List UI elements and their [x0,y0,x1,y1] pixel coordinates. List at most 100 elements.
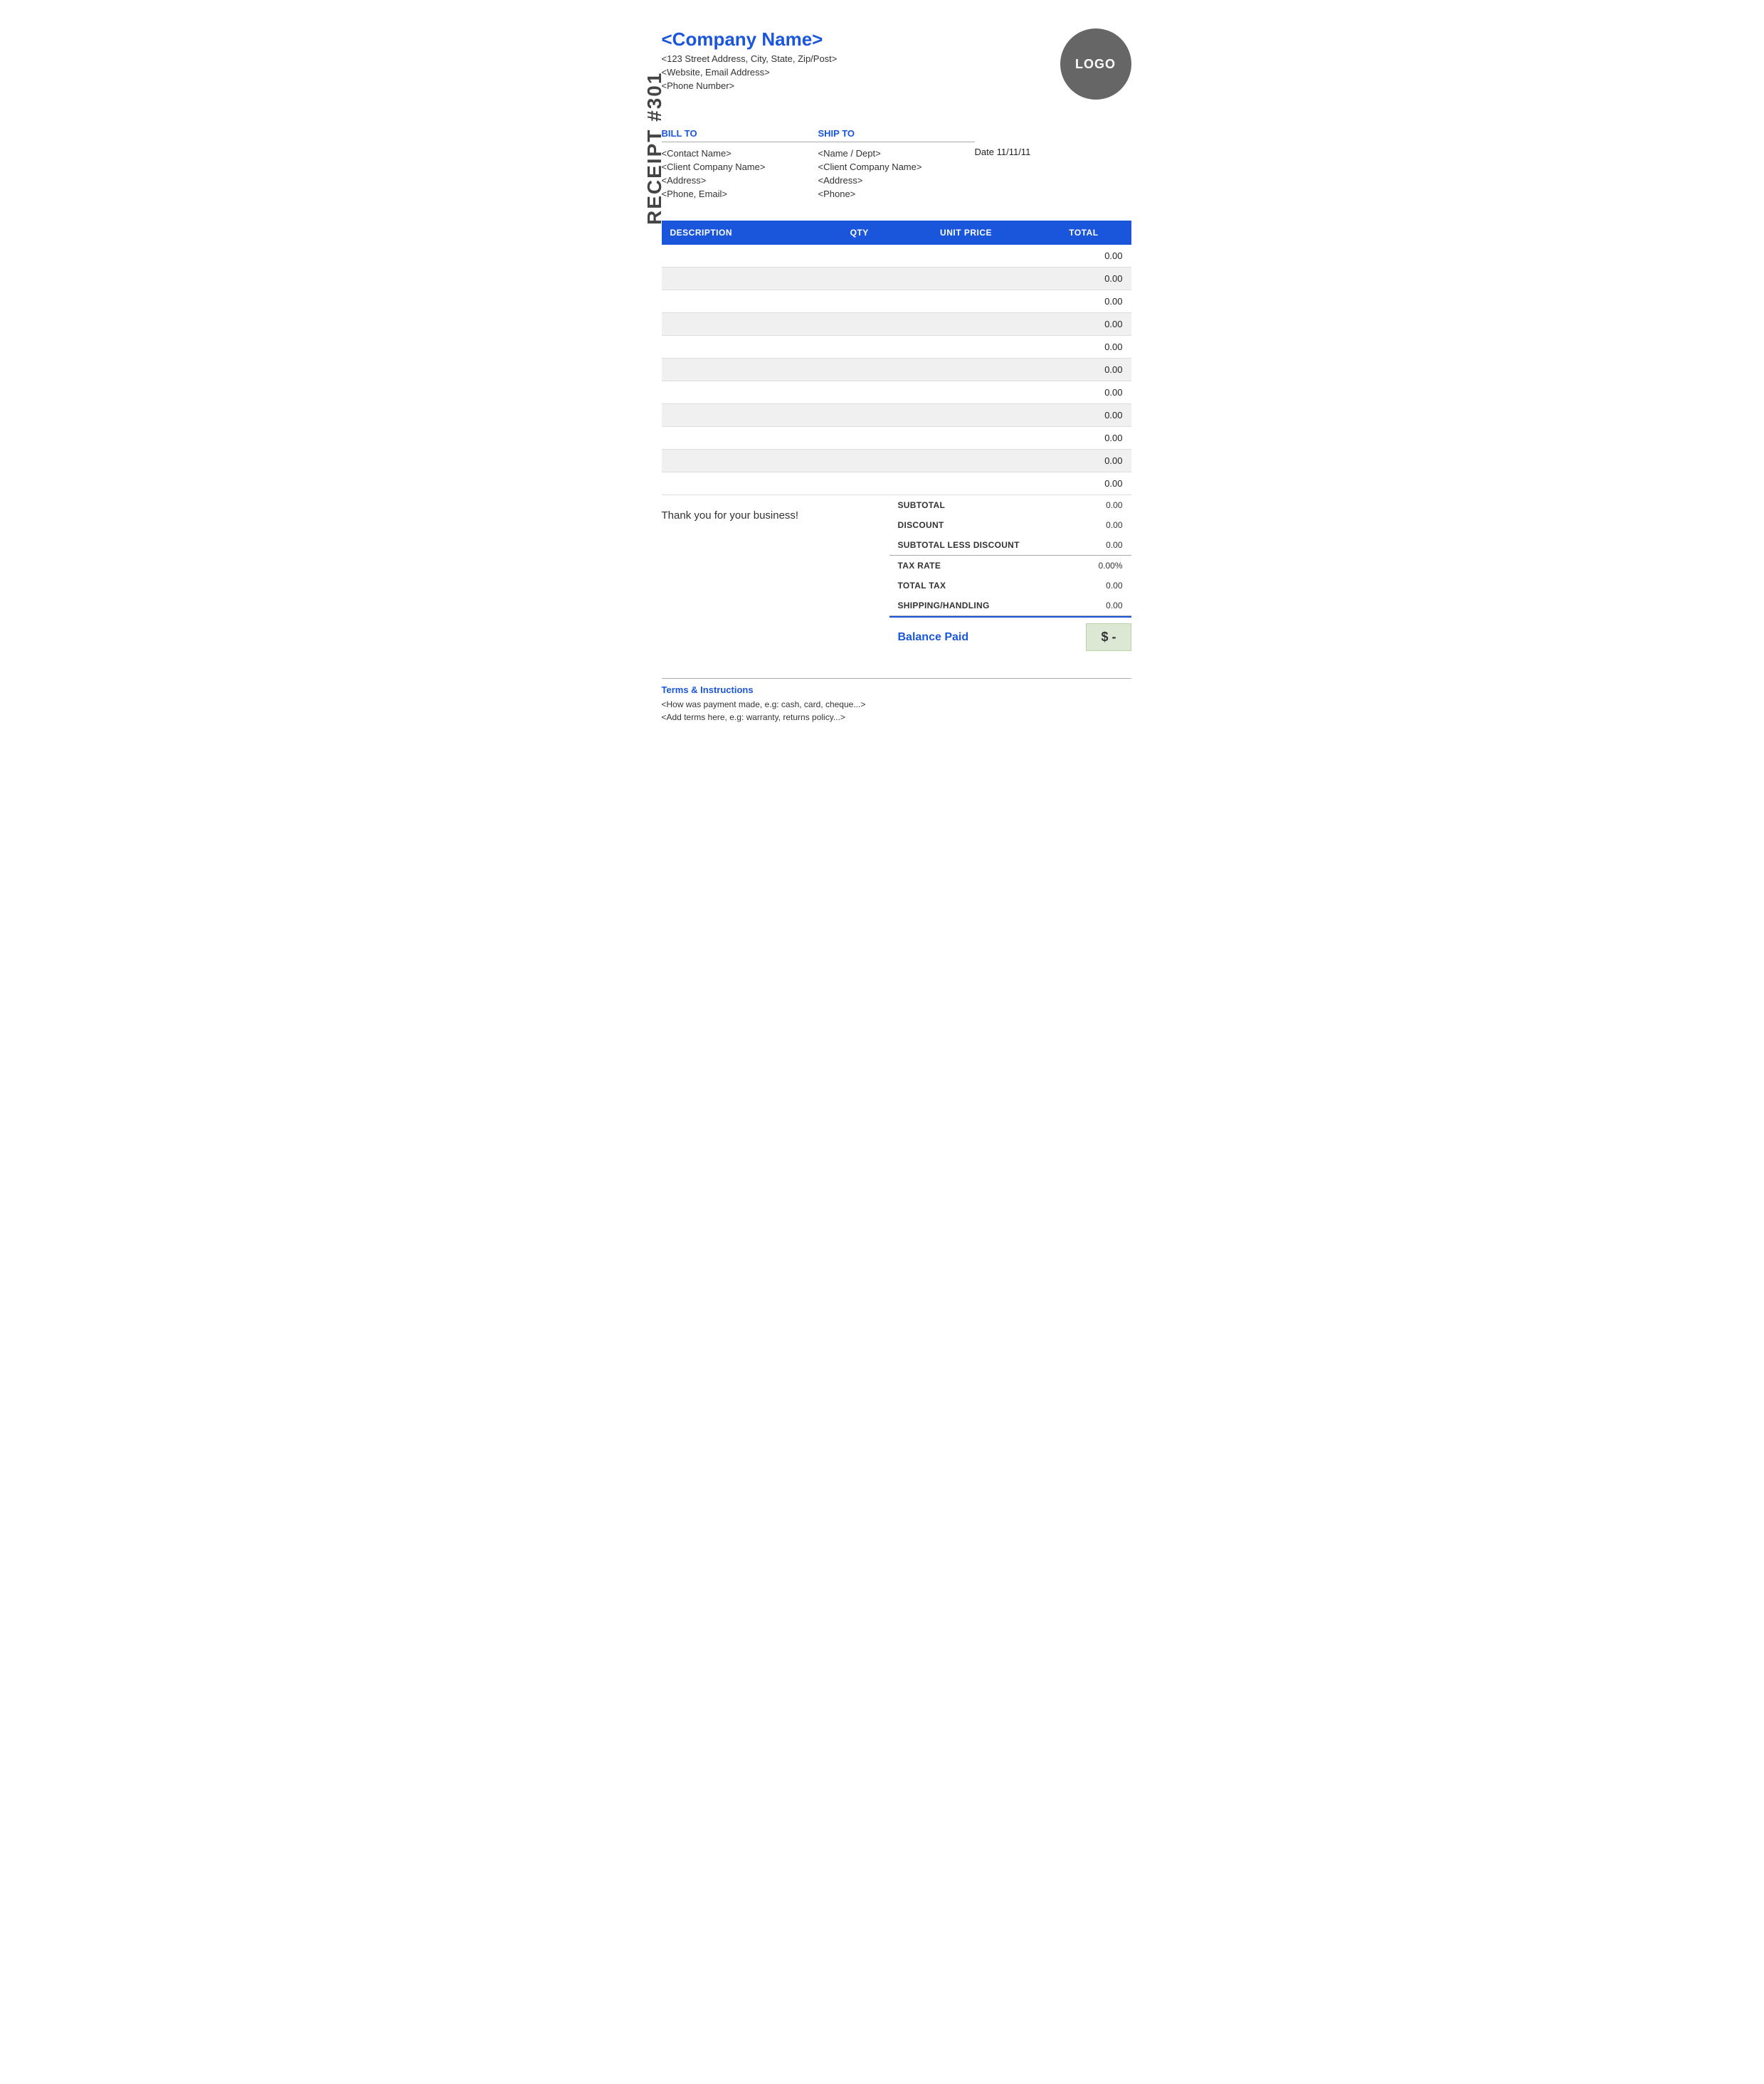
cell-description [662,245,823,268]
cell-unit_price [896,427,1037,450]
company-info: <Company Name> <123 Street Address, City… [662,28,838,91]
cell-unit_price [896,290,1037,313]
cell-unit_price [896,268,1037,290]
table-row: 0.00 [662,359,1131,381]
cell-total: 0.00 [1036,245,1131,268]
col-unit-price: UNIT PRICE [896,221,1037,245]
date-label: Date [975,147,994,157]
receipt-page: RECEIPT #301 <Company Name> <123 Street … [605,0,1160,751]
cell-description [662,450,823,472]
discount-value: 0.00 [1106,520,1122,530]
cell-description [662,290,823,313]
table-row: 0.00 [662,245,1131,268]
totals-area: Thank you for your business! SUBTOTAL 0.… [662,495,1131,657]
table-row: 0.00 [662,381,1131,404]
cell-unit_price [896,313,1037,336]
cell-total: 0.00 [1036,359,1131,381]
company-website-email: <Website, Email Address> [662,67,838,78]
shipping-value: 0.00 [1106,601,1122,610]
tax-rate-value: 0.00% [1098,561,1122,571]
bill-to-address: <Address> [662,175,818,186]
subtotal-less-discount-row: SUBTOTAL LESS DISCOUNT 0.00 [889,535,1131,556]
header-section: <Company Name> <123 Street Address, City… [662,28,1131,100]
ship-to-address: <Address> [818,175,975,186]
cell-description [662,427,823,450]
company-address: <123 Street Address, City, State, Zip/Po… [662,53,838,64]
shipping-label: SHIPPING/HANDLING [898,601,990,610]
cell-description [662,313,823,336]
cell-qty [823,381,896,404]
cell-total: 0.00 [1036,450,1131,472]
terms-title: Terms & Instructions [662,684,1131,695]
cell-unit_price [896,359,1037,381]
cell-qty [823,359,896,381]
total-tax-row: TOTAL TAX 0.00 [889,576,1131,596]
cell-qty [823,404,896,427]
date-section: Date 11/11/11 [975,128,1131,157]
table-row: 0.00 [662,450,1131,472]
table-row: 0.00 [662,404,1131,427]
cell-qty [823,472,896,495]
cell-qty [823,450,896,472]
cell-description [662,268,823,290]
cell-total: 0.00 [1036,268,1131,290]
cell-qty [823,313,896,336]
bill-to-company: <Client Company Name> [662,162,818,172]
tax-rate-row: TAX RATE 0.00% [889,556,1131,576]
discount-row: DISCOUNT 0.00 [889,515,1131,535]
table-row: 0.00 [662,336,1131,359]
receipt-label: RECEIPT #301 [643,83,666,225]
company-logo: LOGO [1060,28,1131,100]
date-value: 11/11/11 [997,147,1031,157]
subtotal-less-discount-value: 0.00 [1106,540,1122,550]
cell-unit_price [896,404,1037,427]
terms-line1: <How was payment made, e.g: cash, card, … [662,699,1131,709]
cell-qty [823,245,896,268]
cell-total: 0.00 [1036,427,1131,450]
col-description: DESCRIPTION [662,221,823,245]
company-phone: <Phone Number> [662,80,838,91]
total-tax-label: TOTAL TAX [898,581,946,591]
cell-description [662,404,823,427]
tax-rate-label: TAX RATE [898,561,941,571]
total-tax-value: 0.00 [1106,581,1122,591]
cell-qty [823,290,896,313]
cell-unit_price [896,245,1037,268]
company-name: <Company Name> [662,28,838,51]
bill-to-phone-email: <Phone, Email> [662,189,818,199]
col-qty: QTY [823,221,896,245]
cell-description [662,359,823,381]
table-row: 0.00 [662,472,1131,495]
ship-to-title: SHIP TO [818,128,975,142]
bill-to-section: BILL TO <Contact Name> <Client Company N… [662,128,818,199]
bill-to-title: BILL TO [662,128,818,142]
col-total: TOTAL [1036,221,1131,245]
table-row: 0.00 [662,313,1131,336]
subtotal-value: 0.00 [1106,500,1122,510]
shipping-row: SHIPPING/HANDLING 0.00 [889,596,1131,616]
totals-table: SUBTOTAL 0.00 DISCOUNT 0.00 SUBTOTAL LES… [889,495,1131,657]
balance-row: Balance Paid $ - [889,616,1131,657]
table-row: 0.00 [662,268,1131,290]
ship-to-name: <Name / Dept> [818,148,975,159]
cell-total: 0.00 [1036,313,1131,336]
cell-qty [823,268,896,290]
cell-unit_price [896,381,1037,404]
cell-description [662,381,823,404]
ship-to-section: SHIP TO <Name / Dept> <Client Company Na… [818,128,975,199]
terms-section: Terms & Instructions <How was payment ma… [662,678,1131,722]
table-row: 0.00 [662,290,1131,313]
table-header-row: DESCRIPTION QTY UNIT PRICE TOTAL [662,221,1131,245]
table-row: 0.00 [662,427,1131,450]
bill-to-contact: <Contact Name> [662,148,818,159]
subtotal-label: SUBTOTAL [898,500,946,510]
cell-total: 0.00 [1036,404,1131,427]
balance-value: $ - [1086,623,1131,651]
cell-description [662,472,823,495]
cell-unit_price [896,472,1037,495]
cell-total: 0.00 [1036,290,1131,313]
cell-unit_price [896,450,1037,472]
ship-to-company: <Client Company Name> [818,162,975,172]
cell-qty [823,336,896,359]
items-table: DESCRIPTION QTY UNIT PRICE TOTAL 0.000.0… [662,221,1131,495]
